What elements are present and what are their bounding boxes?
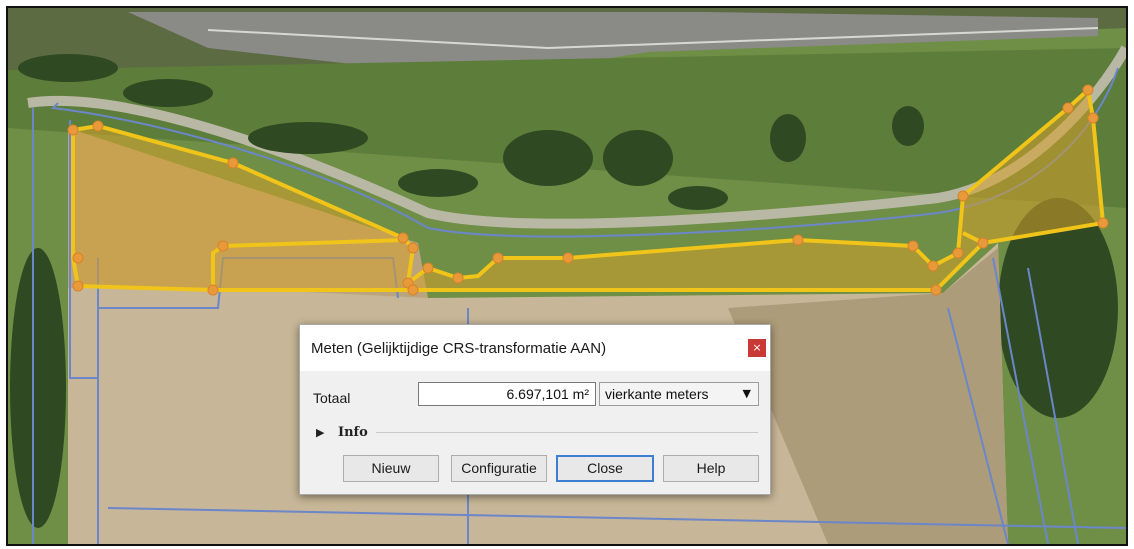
configuration-button[interactable]: Configuratie xyxy=(451,455,547,482)
measure-dialog: Meten (Gelijktijdige CRS-transformatie A… xyxy=(299,324,771,495)
unit-selected-value: vierkante meters xyxy=(605,386,709,402)
info-label: Info xyxy=(338,425,368,440)
dialog-title: Meten (Gelijktijdige CRS-transformatie A… xyxy=(311,340,607,357)
dialog-titlebar[interactable]: Meten (Gelijktijdige CRS-transformatie A… xyxy=(300,325,770,371)
total-value-field[interactable]: 6.697,101 m² xyxy=(418,382,596,406)
total-label: Totaal xyxy=(313,390,351,406)
help-button[interactable]: Help xyxy=(663,455,759,482)
chevron-down-icon: ▼ xyxy=(742,387,751,400)
expand-arrow-icon: ▶ xyxy=(316,426,325,439)
close-button[interactable]: Close xyxy=(556,455,654,482)
new-button[interactable]: Nieuw xyxy=(343,455,439,482)
unit-select[interactable]: vierkante meters ▼ xyxy=(599,382,759,406)
info-divider xyxy=(376,432,758,433)
close-icon[interactable]: × xyxy=(748,339,766,357)
